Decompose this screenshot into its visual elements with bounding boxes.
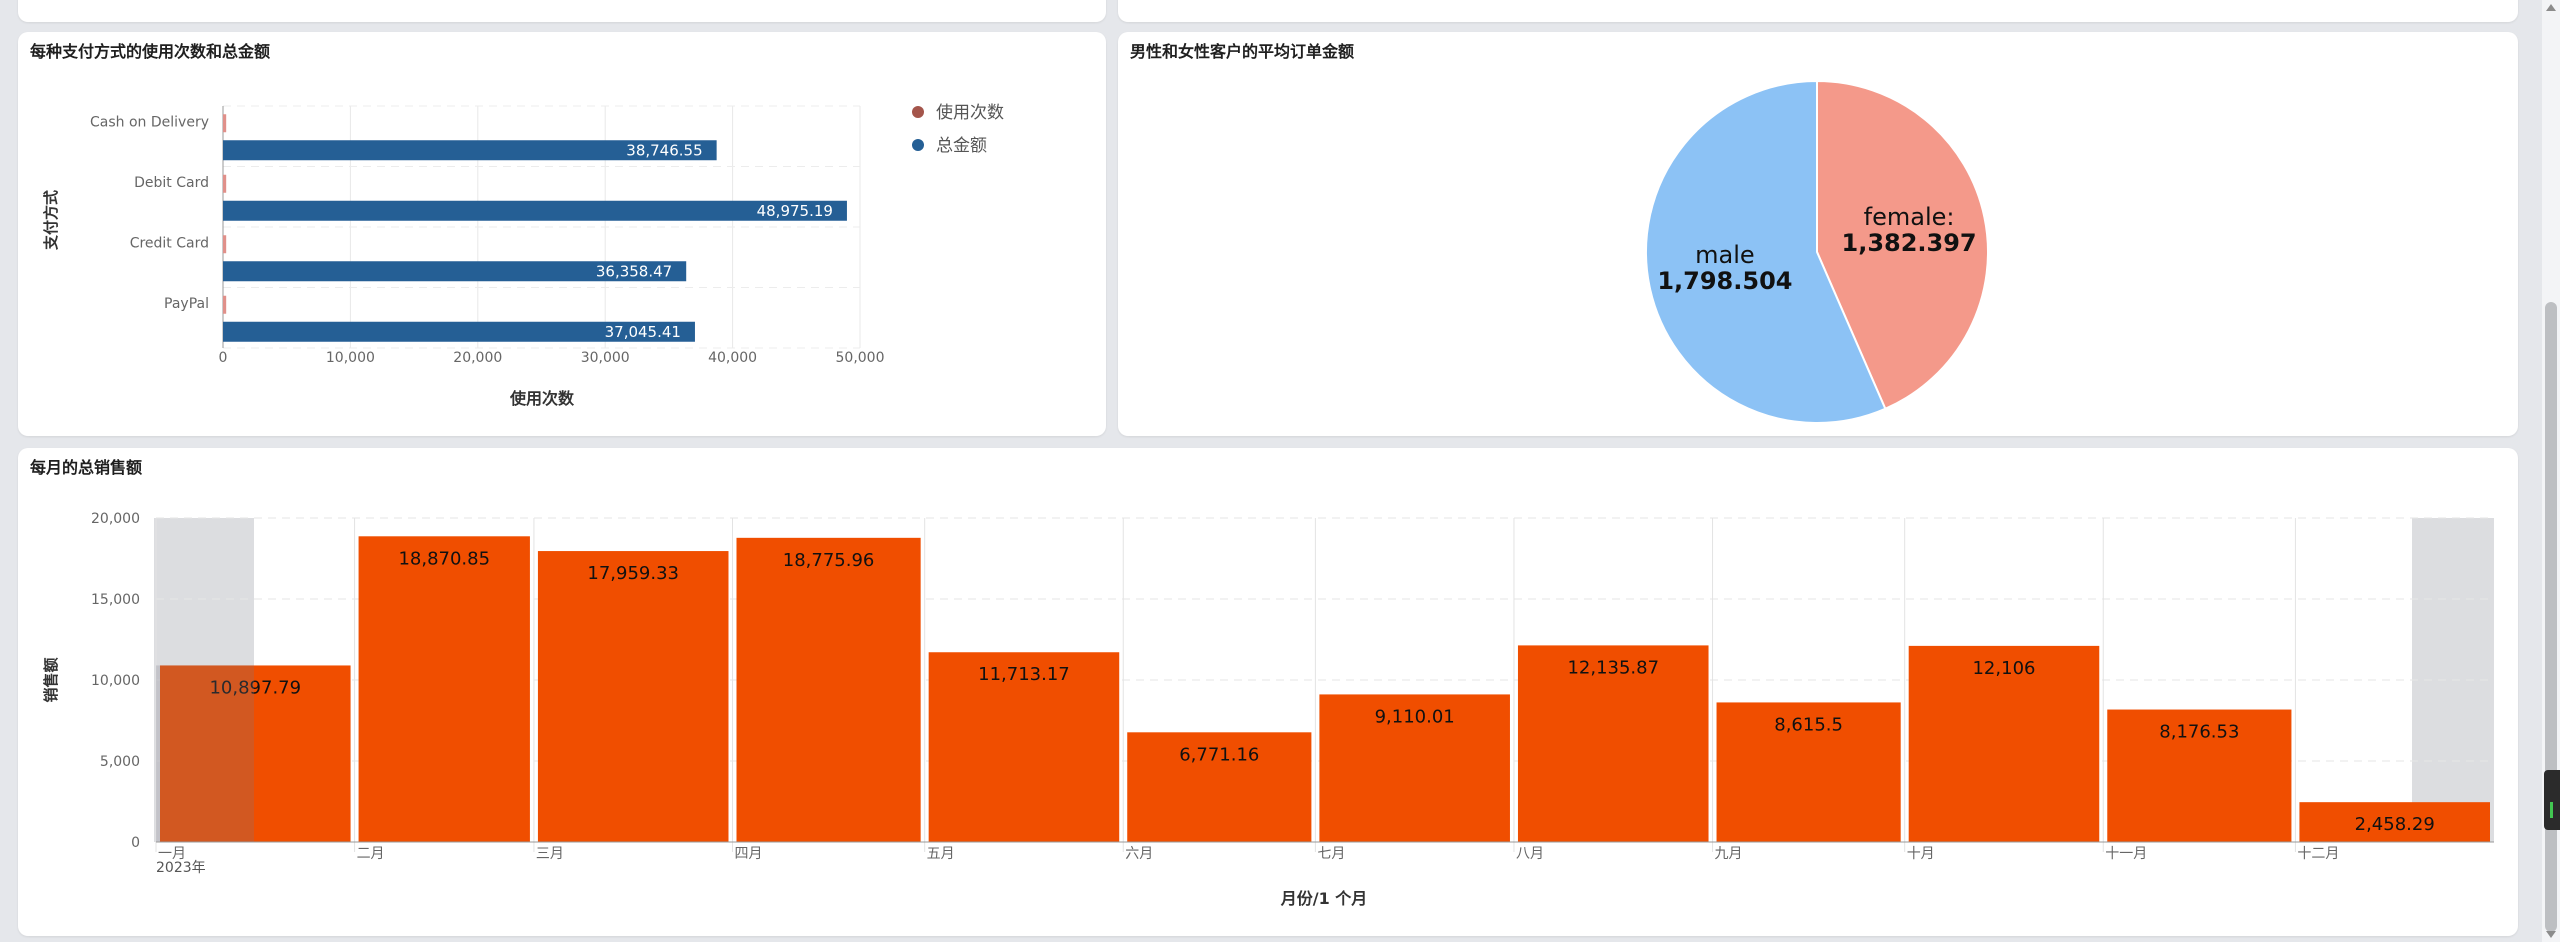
pie-slice-name-label: female:	[1864, 203, 1955, 231]
monthly-sales-chart: 销售额 月份/1 个月 2023年 0 5,000 10,000 15,000 20,0…	[42, 511, 2494, 908]
legend-item-label: 使用次数	[936, 102, 1004, 123]
sales-y-axis-label: 销售额	[42, 657, 60, 702]
sales-y-tick-label: 10,000	[91, 673, 140, 689]
payment-amount-bar	[223, 200, 847, 221]
sales-x-tick-label: 八月	[1516, 846, 1544, 862]
sales-bar-data-label: 2,458.29	[2355, 814, 2435, 835]
sales-x-tick-label: 十月	[1907, 846, 1935, 862]
payment-count-bar	[223, 295, 227, 314]
payment-x-tick-label: 10,000	[326, 350, 375, 366]
payment-x-tick-label: 50,000	[836, 350, 885, 366]
sales-x-tick-label: 四月	[734, 846, 762, 862]
payment-x-tick-label: 20,000	[453, 350, 502, 366]
scroll-down-arrow-icon[interactable]	[2546, 931, 2556, 938]
payment-legend: 使用次数总金额	[912, 102, 1004, 156]
monthly-sales-panel: 每月的总销售额 销售额 月份/1 个月 2023年 0 5,000 10,000 15…	[18, 448, 2518, 936]
sales-x-axis-label: 月份/1 个月	[1280, 889, 1368, 908]
sales-x-tick-label: 三月	[536, 846, 564, 862]
top-right-panel-edge	[1118, 0, 2518, 22]
payment-count-bar	[223, 114, 227, 133]
sales-bar-data-label: 18,870.85	[398, 548, 490, 569]
legend-swatch-icon	[912, 139, 924, 151]
payment-category-label: Cash on Delivery	[90, 114, 209, 130]
sales-bar-data-label: 17,959.33	[587, 563, 679, 584]
pie-slice-value-label: 1,382.397	[1842, 229, 1977, 257]
sales-y-tick-label: 0	[131, 835, 140, 851]
sales-bar-data-label: 12,106	[1972, 658, 2035, 679]
payment-y-axis-label: 支付方式	[42, 190, 60, 251]
scroll-up-arrow-icon[interactable]	[2546, 4, 2556, 11]
pie-slice-value-label: 1,798.504	[1657, 267, 1792, 295]
side-widget-handle[interactable]	[2544, 770, 2560, 830]
payment-method-panel: 每种支付方式的使用次数和总金额 支付方式 使用次数 使用次数 总金额 0 10,00…	[18, 32, 1106, 436]
sales-x-tick-label: 十一月	[2105, 846, 2147, 862]
sales-bar	[736, 537, 921, 842]
payment-x-tick-label: 0	[219, 350, 228, 366]
payment-amount-data-label: 36,358.47	[596, 262, 672, 280]
sales-bar	[358, 536, 530, 842]
sales-bar	[537, 551, 729, 842]
payment-x-tick-label: 30,000	[581, 350, 630, 366]
sales-bar-data-label: 11,713.17	[978, 664, 1070, 685]
sales-bar-data-label: 9,110.01	[1375, 706, 1455, 727]
sales-bar-data-label: 12,135.87	[1567, 657, 1659, 678]
payment-x-tick-label: 40,000	[708, 350, 757, 366]
payment-amount-data-label: 38,746.55	[626, 141, 702, 159]
legend-item-label: 总金额	[936, 136, 987, 156]
payment-count-bar	[223, 235, 227, 254]
sales-x-tick-label: 五月	[927, 846, 955, 862]
sales-y-tick-label: 20,000	[91, 511, 140, 527]
gender-panel: 男性和女性客户的平均订单金额 female: 1,382.397 male 1,798…	[1118, 32, 2518, 436]
gender-pie-chart: female:1,382.397 male1,798.504	[1645, 79, 1989, 424]
sales-bar-data-label: 8,176.53	[2159, 722, 2239, 743]
payment-category-label: Debit Card	[134, 175, 209, 191]
sales-bar-data-label: 6,771.16	[1179, 744, 1259, 765]
scrollbar-thumb[interactable]	[2545, 302, 2557, 932]
sales-x-tick-label: 十二月	[2297, 846, 2339, 862]
sales-bar-data-label: 8,615.5	[1774, 714, 1843, 735]
sales-x-tick-label: 七月	[1317, 846, 1345, 862]
payment-category-label: PayPal	[164, 296, 209, 312]
sales-x-tick-label: 一月	[158, 846, 186, 862]
sales-year-label: 2023年	[156, 860, 206, 876]
payment-amount-data-label: 48,975.19	[757, 202, 833, 220]
payment-amount-data-label: 37,045.41	[605, 323, 681, 341]
payment-category-label: Credit Card	[130, 235, 209, 251]
selection-overlay	[156, 665, 254, 842]
sales-x-tick-label: 六月	[1125, 846, 1153, 862]
sales-bar-data-label: 18,775.96	[783, 550, 875, 571]
legend-swatch-icon	[912, 106, 924, 118]
sales-x-tick-label: 九月	[1715, 846, 1743, 862]
payment-count-bar	[223, 174, 227, 193]
payment-method-chart: 支付方式 使用次数 使用次数总金额 0 10,000 20,000 30,000 40,…	[42, 102, 1004, 408]
sales-y-tick-label: 5,000	[100, 754, 140, 770]
pie-slice-name-label: male	[1695, 241, 1755, 269]
top-left-panel-edge	[18, 0, 1106, 22]
payment-x-axis-label: 使用次数	[509, 389, 575, 408]
sales-x-tick-label: 二月	[357, 846, 385, 862]
sales-y-tick-label: 15,000	[91, 592, 140, 608]
